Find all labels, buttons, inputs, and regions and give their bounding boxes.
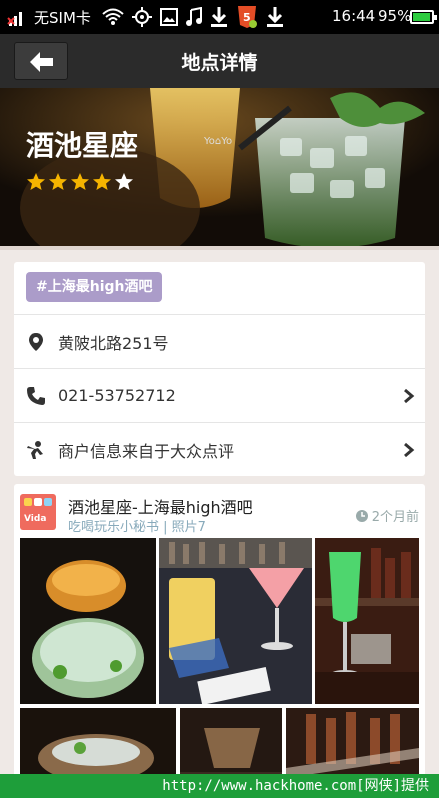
phone-icon	[27, 387, 45, 405]
clock-icon	[355, 510, 368, 522]
hero-image: 酒池星座 Yo⌂Yo	[0, 88, 439, 250]
info-card: #上海最high酒吧 黄陂北路251号 021-53752712 商户信息来自于…	[14, 262, 425, 476]
feed-title: 酒池星座-上海最high酒吧	[68, 498, 253, 517]
no-signal-icon	[7, 12, 22, 26]
green-cocktail-photo	[315, 538, 419, 704]
location-pin-icon	[29, 333, 43, 351]
dianping-person-icon	[27, 441, 43, 459]
music-icon	[186, 7, 202, 26]
image-icon	[160, 8, 178, 26]
drink-cup-photo	[20, 708, 176, 784]
html5-app-icon: 5	[238, 6, 257, 28]
address-row[interactable]: 黄陂北路251号	[14, 314, 425, 368]
star-filled-icon	[27, 173, 45, 190]
feed-time-text: 2个月前	[371, 510, 419, 525]
photo-4[interactable]	[20, 708, 176, 784]
chevron-right-icon	[404, 388, 415, 404]
photo-5[interactable]	[180, 708, 282, 784]
download-icon-2	[267, 7, 283, 27]
star-filled-icon	[49, 173, 67, 190]
cocktails-table-photo	[159, 538, 312, 704]
photo-1[interactable]	[20, 538, 156, 704]
battery-icon	[410, 10, 437, 24]
carrier-label: 无SIM卡	[34, 9, 91, 27]
wifi-icon	[102, 8, 124, 25]
source-row[interactable]: 商户信息来自于大众点评	[14, 422, 425, 476]
feed-time: 2个月前	[355, 506, 419, 525]
snack-bowl-photo	[20, 538, 156, 704]
star-filled-icon	[71, 173, 89, 190]
vida-logo: Vida	[20, 494, 56, 530]
category-tag[interactable]: #上海最high酒吧	[26, 272, 163, 302]
download-icon	[211, 7, 227, 27]
phone-row[interactable]: 021-53752712	[14, 368, 425, 422]
rating-stars	[26, 172, 134, 192]
bar-shelf-photo	[286, 708, 419, 784]
phone-number: 021-53752712	[58, 386, 176, 405]
bar-glass-photo	[180, 708, 282, 784]
page-title: 地点详情	[181, 52, 258, 74]
logo-text: Vida	[24, 514, 47, 524]
clock: 16:44	[332, 7, 376, 25]
cocktail-photo	[0, 88, 439, 250]
status-bar: 无SIM卡 5 16:44 95%	[0, 0, 439, 34]
title-bar: 地点详情	[0, 34, 439, 88]
chevron-right-icon	[404, 442, 415, 458]
photo-3[interactable]	[315, 538, 419, 704]
source-watermark-bar: http://www.hackhome.com[网侠]提供	[0, 774, 439, 798]
photo-6[interactable]	[286, 708, 419, 784]
gps-icon	[132, 7, 152, 27]
source-text: 商户信息来自于大众点评	[58, 441, 235, 461]
feed-card[interactable]: Vida 酒池星座-上海最high酒吧 吃喝玩乐小秘书 | 照片7 2个月前	[14, 484, 425, 784]
status-icons: 5	[102, 4, 284, 30]
place-name: 酒池星座	[26, 129, 139, 162]
feed-author: 吃喝玩乐小秘书	[68, 520, 160, 535]
address-text: 黄陂北路251号	[58, 333, 169, 353]
feed-meta: 吃喝玩乐小秘书 | 照片7	[68, 520, 206, 535]
photo-count: 照片7	[171, 520, 206, 535]
photo-2[interactable]	[159, 538, 312, 704]
battery-percent: 95%	[378, 7, 412, 25]
star-filled-icon	[93, 173, 111, 190]
star-empty-icon	[115, 173, 133, 190]
watermark-text: Yo⌂Yo	[204, 136, 233, 147]
